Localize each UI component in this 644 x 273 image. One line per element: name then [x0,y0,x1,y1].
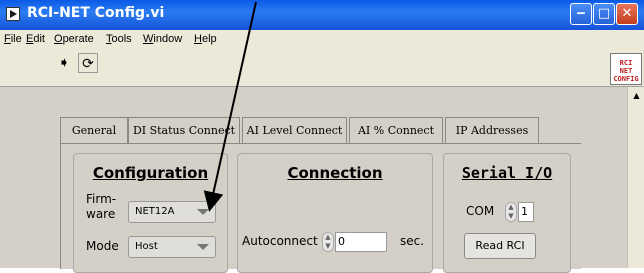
com-port-input[interactable]: 1 [518,202,534,222]
menu-operate[interactable]: Operate [54,33,94,45]
menu-file-accel: F [4,33,11,45]
tab-content-general: Configuration Firm- ware NET12A Mode Hos… [60,143,581,273]
toolbar: ➧ ⟳ RCI NET CONFIG [0,52,644,87]
menu-window-accel: W [143,33,154,45]
connection-group: Connection Autoconnect ▲ ▼ 0 sec. [237,153,433,273]
com-label: COM [466,204,495,218]
menu-help-accel: H [194,33,202,45]
menu-window[interactable]: Window [143,33,182,45]
menu-window-label: indow [153,33,183,45]
serial-io-title: Serial I/O [461,164,553,182]
app-window: RCI-NET Config.vi ‒ □ ✕ File Edit Operat… [0,0,644,273]
firmware-label-line-1: Firm- [86,192,117,206]
autoconnect-spinner-icon[interactable]: ▲ ▼ [322,232,334,252]
menu-tools-label: ools [111,33,132,45]
tab-general[interactable]: General [60,117,128,144]
maximize-button[interactable]: □ [593,3,615,25]
mode-label: Mode [86,239,119,253]
labview-vi-icon [6,7,20,21]
dropdown-arrow-icon [197,209,209,215]
tab-ip-addresses[interactable]: IP Addresses [445,117,539,143]
autoconnect-input[interactable]: 0 [335,232,387,252]
menu-tools[interactable]: Tools [106,33,132,45]
firmware-label: Firm- ware [86,192,116,222]
menu-operate-accel: O [54,33,63,45]
dropdown-arrow-icon [197,244,209,250]
vi-icon-line-1: RCI [619,59,633,67]
window-title: RCI-NET Config.vi [27,5,165,21]
menu-file-label: ile [10,33,22,45]
vi-connector-icon: RCI NET CONFIG [610,53,642,85]
mode-select[interactable]: Host [128,236,216,258]
firmware-select[interactable]: NET12A [128,201,216,223]
run-arrow-icon[interactable]: ➧ [54,53,74,73]
autoconnect-label: Autoconnect [242,234,318,248]
minimize-button[interactable]: ‒ [570,3,592,25]
vi-icon-line-2: NET [619,67,633,75]
close-button[interactable]: ✕ [616,3,638,25]
configuration-title: Configuration [92,164,209,182]
firmware-select-value: NET12A [135,206,175,217]
run-continuously-icon[interactable]: ⟳ [78,53,98,73]
title-bar[interactable]: RCI-NET Config.vi ‒ □ ✕ [0,0,644,30]
autoconnect-unit: sec. [400,234,425,248]
tab-ai-level-connect[interactable]: AI Level Connect [242,117,347,143]
menu-operate-label: perate [62,33,94,45]
menu-help-label: elp [201,33,217,45]
scroll-up-arrow-icon[interactable]: ▲ [628,87,644,104]
tab-ai-percent-connect[interactable]: AI % Connect [349,117,443,143]
com-spinner-icon[interactable]: ▲ ▼ [505,202,517,222]
tab-di-status-connect[interactable]: DI Status Connect [128,117,240,143]
connection-title: Connection [287,164,383,182]
vi-icon-line-3: CONFIG [613,75,639,83]
serial-io-group: Serial I/O COM ▲ ▼ 1 Read RCI [443,153,571,273]
menu-help[interactable]: Help [194,33,217,45]
vertical-scrollbar[interactable]: ▲ [627,87,644,268]
menu-edit-label: dit [33,33,45,45]
menu-file[interactable]: File [4,33,22,45]
menu-bar: File Edit Operate Tools Window Help [0,30,644,53]
configuration-group: Configuration Firm- ware NET12A Mode Hos… [73,153,228,273]
read-rci-button[interactable]: Read RCI [464,233,536,259]
firmware-label-line-2: ware [86,207,116,221]
mode-select-value: Host [135,241,158,252]
menu-edit[interactable]: Edit [26,33,45,45]
